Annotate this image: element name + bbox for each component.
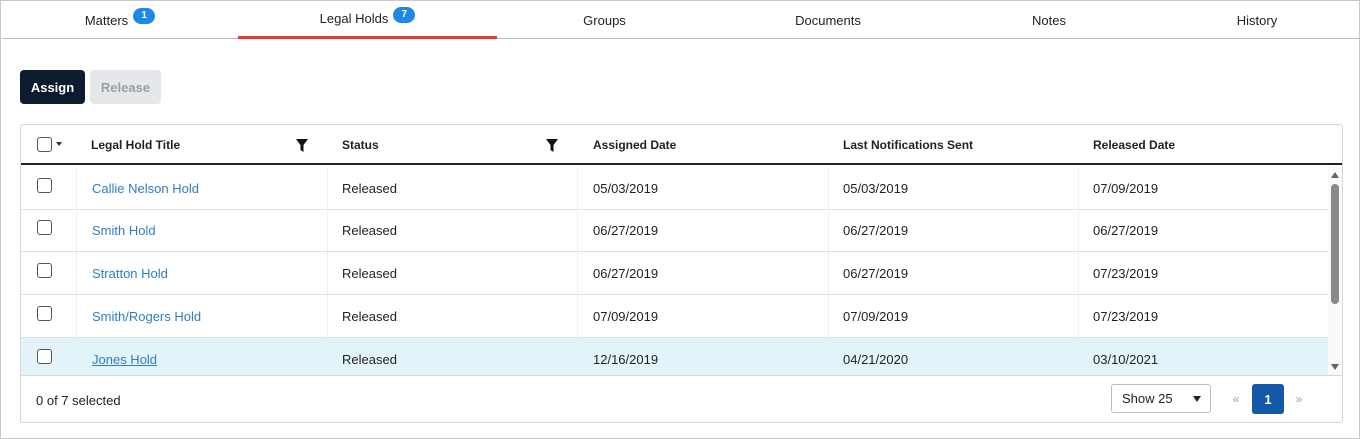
column-divider xyxy=(828,295,829,337)
column-divider xyxy=(577,167,578,209)
assigned-date-cell: 06/27/2019 xyxy=(593,265,659,281)
status-cell: Released xyxy=(342,265,397,281)
column-divider xyxy=(327,295,328,337)
select-menu-caret-icon[interactable] xyxy=(56,142,62,146)
column-header-title[interactable]: Legal Hold Title xyxy=(91,125,180,165)
tab-matters[interactable]: Matters 1 xyxy=(2,1,238,39)
column-divider xyxy=(1078,209,1079,251)
release-button: Release xyxy=(90,70,161,104)
tab-notes[interactable]: Notes xyxy=(944,1,1154,39)
column-divider xyxy=(1078,167,1079,209)
column-header-status[interactable]: Status xyxy=(342,125,379,165)
column-divider xyxy=(577,252,578,294)
tab-label: Groups xyxy=(583,12,626,28)
scroll-up-arrow-icon[interactable] xyxy=(1331,172,1339,178)
last-notified-cell: 05/03/2019 xyxy=(843,180,909,196)
assign-button[interactable]: Assign xyxy=(20,70,85,104)
row-checkbox[interactable] xyxy=(37,349,52,364)
released-date-cell: 03/10/2021 xyxy=(1093,351,1159,367)
column-header-last-notifications[interactable]: Last Notifications Sent xyxy=(843,125,973,165)
legal-hold-link[interactable]: Smith/Rogers Hold xyxy=(92,295,201,337)
table-row[interactable]: Callie Nelson Hold Released 05/03/2019 0… xyxy=(21,167,1328,210)
current-page-button[interactable]: 1 xyxy=(1252,384,1284,414)
column-divider xyxy=(577,209,578,251)
page-size-label: Show 25 xyxy=(1122,391,1173,406)
selection-count: 0 of 7 selected xyxy=(36,392,121,408)
released-date-cell: 07/09/2019 xyxy=(1093,180,1159,196)
tab-documents[interactable]: Documents xyxy=(712,1,944,39)
table-header: Legal Hold Title Status Assigned Date La… xyxy=(21,125,1342,165)
dropdown-arrow-icon xyxy=(1193,396,1201,402)
column-divider xyxy=(76,209,77,251)
column-header-released-date[interactable]: Released Date xyxy=(1093,125,1175,165)
tab-label: Legal Holds xyxy=(319,11,389,26)
table-row-highlighted[interactable]: Jones Hold Released 12/16/2019 04/21/202… xyxy=(21,338,1328,375)
column-divider xyxy=(577,295,578,337)
tab-label: Documents xyxy=(795,12,861,28)
previous-page-button: « xyxy=(1232,391,1240,406)
row-checkbox[interactable] xyxy=(37,178,52,193)
count-badge: 7 xyxy=(393,6,416,23)
column-divider xyxy=(76,295,77,337)
table-body: Callie Nelson Hold Released 05/03/2019 0… xyxy=(21,167,1328,375)
tab-groups[interactable]: Groups xyxy=(497,1,712,39)
row-checkbox[interactable] xyxy=(37,306,52,321)
status-cell: Released xyxy=(342,180,397,196)
column-divider xyxy=(327,252,328,294)
app-frame: Matters 1 Legal Holds 7 Groups Documents… xyxy=(0,0,1360,439)
assigned-date-cell: 05/03/2019 xyxy=(593,180,659,196)
row-checkbox[interactable] xyxy=(37,220,52,235)
next-page-button: » xyxy=(1295,391,1303,406)
tab-label: Matters xyxy=(84,12,129,28)
row-checkbox[interactable] xyxy=(37,263,52,278)
column-divider xyxy=(1078,295,1079,337)
tab-label: Notes xyxy=(1032,12,1066,28)
column-divider xyxy=(828,209,829,251)
grid-footer: 0 of 7 selected Show 25 « 1 » xyxy=(21,375,1342,422)
tab-history[interactable]: History xyxy=(1154,1,1360,39)
tab-bar: Matters 1 Legal Holds 7 Groups Documents… xyxy=(2,1,1360,39)
assigned-date-cell: 12/16/2019 xyxy=(593,351,659,367)
tab-label: History xyxy=(1236,12,1278,28)
column-header-assigned-date[interactable]: Assigned Date xyxy=(593,125,676,165)
column-divider xyxy=(327,167,328,209)
scrollbar-thumb[interactable] xyxy=(1331,184,1339,304)
last-notified-cell: 06/27/2019 xyxy=(843,265,909,281)
vertical-scrollbar[interactable] xyxy=(1328,167,1342,375)
page-size-select[interactable]: Show 25 xyxy=(1111,384,1211,413)
legal-hold-link[interactable]: Callie Nelson Hold xyxy=(92,167,199,209)
legal-hold-link[interactable]: Stratton Hold xyxy=(92,252,168,294)
released-date-cell: 07/23/2019 xyxy=(1093,265,1159,281)
column-divider xyxy=(327,209,328,251)
column-divider xyxy=(76,252,77,294)
status-cell: Released xyxy=(342,308,397,324)
assigned-date-cell: 07/09/2019 xyxy=(593,308,659,324)
column-divider xyxy=(1078,252,1079,294)
table-row[interactable]: Smith/Rogers Hold Released 07/09/2019 07… xyxy=(21,295,1328,338)
legal-hold-link[interactable]: Smith Hold xyxy=(92,209,156,251)
status-cell: Released xyxy=(342,222,397,238)
column-divider xyxy=(76,167,77,209)
last-notified-cell: 06/27/2019 xyxy=(843,222,909,238)
released-date-cell: 07/23/2019 xyxy=(1093,308,1159,324)
assigned-date-cell: 06/27/2019 xyxy=(593,222,659,238)
last-notified-cell: 07/09/2019 xyxy=(843,308,909,324)
select-all-checkbox[interactable] xyxy=(37,137,52,152)
column-divider xyxy=(828,252,829,294)
legal-holds-grid: Legal Hold Title Status Assigned Date La… xyxy=(20,124,1343,423)
status-cell: Released xyxy=(342,351,397,367)
released-date-cell: 06/27/2019 xyxy=(1093,222,1159,238)
tab-legal-holds[interactable]: Legal Holds 7 xyxy=(238,1,497,39)
last-notified-cell: 04/21/2020 xyxy=(843,351,909,367)
table-row[interactable]: Smith Hold Released 06/27/2019 06/27/201… xyxy=(21,209,1328,252)
table-row[interactable]: Stratton Hold Released 06/27/2019 06/27/… xyxy=(21,252,1328,295)
count-badge: 1 xyxy=(133,8,156,24)
scroll-down-arrow-icon[interactable] xyxy=(1331,364,1339,370)
column-divider xyxy=(828,167,829,209)
legal-hold-link[interactable]: Jones Hold xyxy=(92,338,157,375)
